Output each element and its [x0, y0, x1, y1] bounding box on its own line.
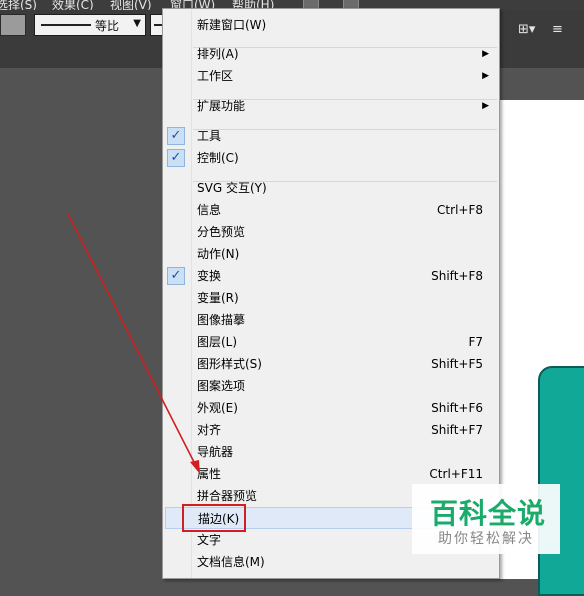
submenu-arrow-icon: ▶ [482, 71, 489, 81]
menu-item[interactable]: 导航器 [165, 441, 497, 463]
menu-item-label: 导航器 [197, 445, 234, 459]
menu-item[interactable]: 动作(N) [165, 243, 497, 265]
menu-item[interactable]: 对齐 Shift+F7 [165, 419, 497, 441]
menu-item[interactable]: 扩展功能 ▶ [165, 95, 497, 117]
variable-width-profile-select[interactable]: 等比 ▼ [34, 14, 146, 36]
menu-effect[interactable]: 效果(C) [52, 0, 94, 10]
menu-item-label: 动作(N) [197, 247, 240, 261]
stroke-line-preview [41, 24, 91, 26]
menu-item-shortcut: F7 [468, 335, 483, 349]
menu-item[interactable]: ✓ 变换 Shift+F8 [165, 265, 497, 287]
checkmark-icon: ✓ [167, 149, 185, 167]
menu-item-label: 文档信息(M) [197, 555, 265, 569]
menu-item-shortcut: Ctrl+F8 [437, 203, 483, 217]
menu-item[interactable]: 新建窗口(W) [165, 14, 497, 36]
menu-item-label: 图层(L) [197, 335, 238, 349]
menu-item-label: 排列(A) [197, 47, 239, 61]
menu-select[interactable]: 选择(S) [0, 0, 37, 10]
watermark-subtitle: 助你轻松解决 [438, 531, 534, 547]
menu-item[interactable]: 文档信息(M) [165, 551, 497, 573]
menu-item[interactable]: 外观(E) Shift+F6 [165, 397, 497, 419]
menu-item[interactable]: 工作区 ▶ [165, 65, 497, 87]
menu-item[interactable]: 属性 Ctrl+F11 [165, 463, 497, 485]
red-highlight-box [182, 504, 246, 532]
menu-item-shortcut: Ctrl+F11 [429, 467, 483, 481]
menu-item[interactable]: 信息 Ctrl+F8 [165, 199, 497, 221]
menu-item-label: 外观(E) [197, 401, 238, 415]
chevron-down-icon: ▼ [133, 18, 141, 29]
menu-item-label: 控制(C) [197, 151, 239, 165]
menu-item-label: 图形样式(S) [197, 357, 262, 371]
menu-item-label: 变换 [197, 269, 222, 283]
menu-item-label: 工作区 [197, 69, 234, 83]
menu-item-label: 信息 [197, 203, 222, 217]
menu-item-label: 图案选项 [197, 379, 246, 393]
menu-item-shortcut: Shift+F8 [431, 269, 483, 283]
menu-view[interactable]: 视图(V) [110, 0, 152, 10]
menu-item[interactable]: 图层(L) F7 [165, 331, 497, 353]
menu-item[interactable]: 变量(R) [165, 287, 497, 309]
recolor-artwork-icon[interactable]: ⊞▾ [518, 22, 544, 40]
checkmark-icon: ✓ [167, 267, 185, 285]
menu-item-label: 属性 [197, 467, 222, 481]
menu-item-label: 变量(R) [197, 291, 239, 305]
menu-item-label: 新建窗口(W) [197, 18, 267, 32]
checkmark-icon: ✓ [167, 127, 185, 145]
teal-rounded-shape[interactable] [538, 366, 584, 596]
menu-item-label: SVG 交互(Y) [197, 181, 267, 195]
menu-item-label: 图像描摹 [197, 313, 246, 327]
menu-item[interactable]: 分色预览 [165, 221, 497, 243]
color-swatch[interactable] [0, 14, 26, 36]
brush-line-preview [154, 24, 162, 26]
menu-item[interactable]: 排列(A) ▶ [165, 43, 497, 65]
menu-item-shortcut: Shift+F6 [431, 401, 483, 415]
menu-item-label: 对齐 [197, 423, 222, 437]
menu-item-shortcut: Shift+F7 [431, 423, 483, 437]
submenu-arrow-icon: ▶ [482, 101, 489, 111]
menu-item-label: 工具 [197, 129, 222, 143]
menu-item[interactable]: 图案选项 [165, 375, 497, 397]
watermark-title: 百科全说 [430, 497, 547, 530]
watermark: 百科全说 助你轻松解决 [412, 484, 560, 554]
menu-item-label: 扩展功能 [197, 99, 246, 113]
menu-item[interactable]: 图形样式(S) Shift+F5 [165, 353, 497, 375]
menu-item[interactable]: ✓ 控制(C) [165, 147, 497, 169]
menu-item-label: 分色预览 [197, 225, 246, 239]
stroke-profile-label: 等比 [95, 19, 120, 33]
menu-item[interactable]: SVG 交互(Y) [165, 177, 497, 199]
menu-item-label: 文字 [197, 533, 222, 547]
menu-item-shortcut: Shift+F5 [431, 357, 483, 371]
menu-item[interactable]: ✓ 工具 [165, 125, 497, 147]
panel-menu-icon[interactable]: ≡ [552, 22, 584, 40]
submenu-arrow-icon: ▶ [482, 49, 489, 59]
menu-item[interactable]: 图像描摹 [165, 309, 497, 331]
